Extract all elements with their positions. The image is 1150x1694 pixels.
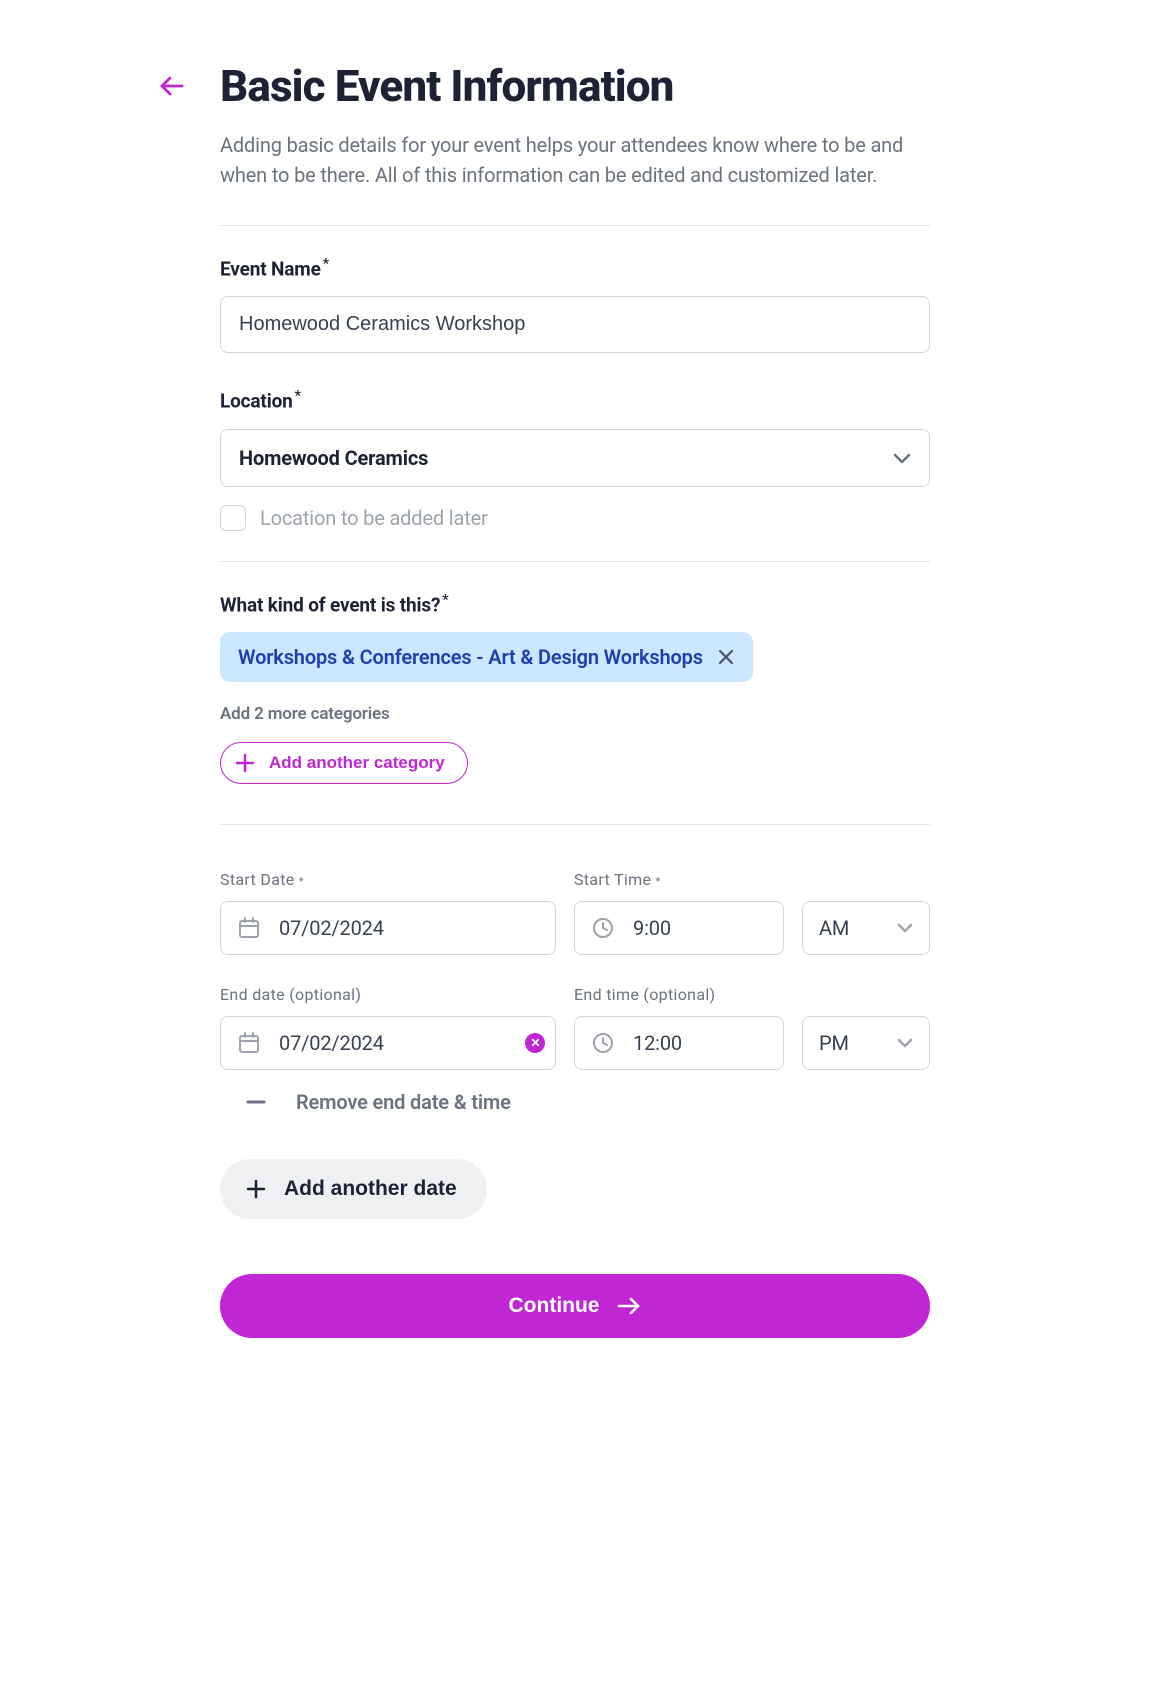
start-time-value: 9:00	[633, 916, 671, 940]
location-label: Location*	[220, 388, 930, 412]
remove-end-date-button[interactable]: Remove end date & time	[220, 1090, 930, 1114]
clock-icon	[591, 1031, 615, 1055]
location-later-checkbox[interactable]	[220, 505, 246, 531]
category-label: What kind of event is this?*	[220, 592, 930, 616]
page-subtitle: Adding basic details for your event help…	[220, 130, 930, 190]
chevron-down-icon	[893, 452, 911, 464]
add-another-date-button[interactable]: Add another date	[220, 1159, 487, 1219]
category-chip-remove[interactable]	[717, 648, 735, 666]
continue-button[interactable]: Continue	[220, 1274, 930, 1338]
close-icon	[717, 648, 735, 666]
arrow-left-icon	[160, 75, 184, 97]
back-button[interactable]	[160, 75, 184, 101]
end-time-value: 12:00	[633, 1031, 682, 1055]
location-later-label: Location to be added later	[260, 506, 488, 530]
event-name-label: Event Name*	[220, 256, 930, 280]
start-date-value: 07/02/2024	[279, 916, 384, 940]
chevron-down-icon	[897, 1038, 913, 1048]
category-chip-label: Workshops & Conferences - Art & Design W…	[238, 645, 703, 669]
category-hint: Add 2 more categories	[220, 704, 930, 724]
end-time-input[interactable]: 12:00	[574, 1016, 784, 1070]
location-select[interactable]: Homewood Ceramics	[220, 429, 930, 487]
start-time-label: Start Time *	[574, 870, 784, 889]
start-ampm-value: AM	[819, 916, 849, 940]
end-ampm-select[interactable]: PM	[802, 1016, 930, 1070]
plus-icon	[235, 753, 255, 773]
add-category-button[interactable]: Add another category	[220, 742, 468, 784]
end-date-input[interactable]: 07/02/2024	[220, 1016, 556, 1070]
end-date-label: End date (optional)	[220, 985, 556, 1004]
page-title: Basic Event Information	[220, 60, 930, 112]
clock-icon	[591, 916, 615, 940]
minus-icon	[246, 1100, 266, 1104]
event-name-input[interactable]	[220, 296, 930, 353]
close-icon	[531, 1038, 540, 1047]
start-time-input[interactable]: 9:00	[574, 901, 784, 955]
plus-icon	[246, 1179, 266, 1199]
calendar-icon	[237, 916, 261, 940]
start-date-label: Start Date *	[220, 870, 556, 889]
arrow-right-icon	[617, 1296, 641, 1316]
divider	[220, 561, 930, 562]
chevron-down-icon	[897, 923, 913, 933]
end-time-label: End time (optional)	[574, 985, 784, 1004]
start-date-input[interactable]: 07/02/2024	[220, 901, 556, 955]
end-date-value: 07/02/2024	[279, 1031, 384, 1055]
end-ampm-value: PM	[819, 1031, 849, 1055]
divider	[220, 225, 930, 226]
location-selected-value: Homewood Ceramics	[239, 446, 428, 470]
calendar-icon	[237, 1031, 261, 1055]
divider	[220, 824, 930, 825]
clear-end-date-button[interactable]	[525, 1033, 545, 1053]
start-ampm-select[interactable]: AM	[802, 901, 930, 955]
category-chip: Workshops & Conferences - Art & Design W…	[220, 632, 753, 682]
